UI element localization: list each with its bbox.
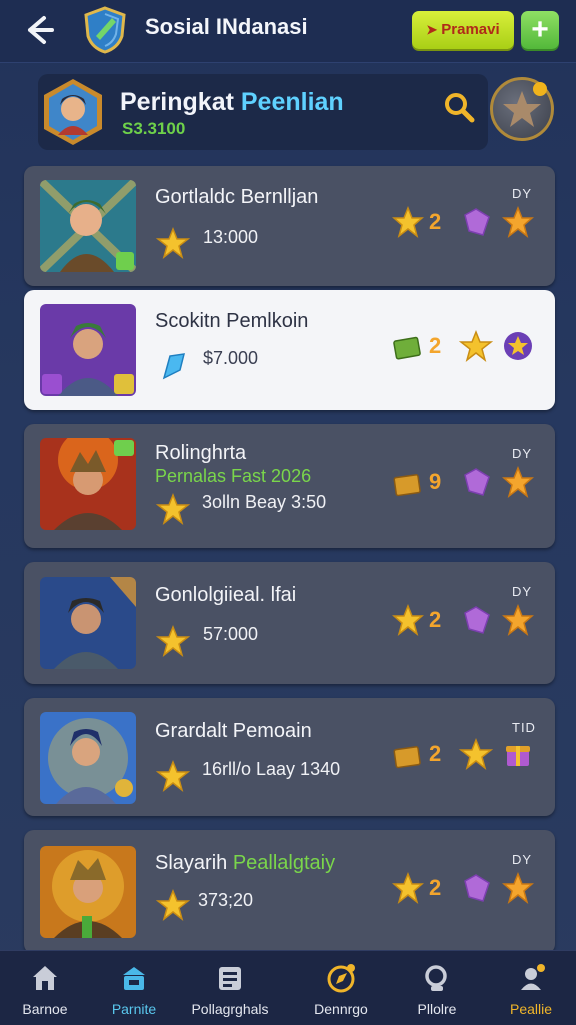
shield-logo-icon [84, 6, 126, 54]
item-value: 13:000 [203, 227, 259, 247]
purple-gem-icon [464, 874, 490, 902]
compass-icon [327, 964, 355, 993]
purple-gem-icon [464, 606, 490, 634]
rank-badge[interactable] [490, 77, 554, 141]
chevron-right-icon: ➤ [426, 22, 438, 37]
gift-box-icon [506, 746, 530, 766]
gold-star-icon [156, 226, 190, 259]
nav-item-dennrgo[interactable]: Dennrgo [290, 951, 392, 1025]
purple-gem-icon [464, 208, 490, 236]
treasure-chest-icon [393, 474, 421, 497]
item-tag: DY [512, 446, 533, 461]
item-value: 373;20 [198, 890, 254, 910]
item-title-accent: Peallalgtaiy [232, 852, 336, 874]
nav-label: Pollagrghals [191, 1001, 269, 1017]
purple-star-badge-icon [504, 332, 532, 360]
list-item-selected[interactable]: Scokitn Pemlkoin $7.000 2 [24, 290, 555, 410]
nav-item-pllolre[interactable]: Pllolre [392, 951, 482, 1025]
item-title: Scokitn Pemlkoin [155, 310, 309, 332]
item-title: Grardalt Pemoain [155, 720, 312, 742]
item-value: 16rll/o Laay 1340 [202, 759, 341, 779]
item-tag: TID [512, 720, 536, 735]
nav-label: Dennrgo [314, 1001, 368, 1017]
app-title: Sosial INdanasi [145, 14, 308, 39]
gold-star-icon [392, 872, 424, 904]
gold-star-icon [156, 624, 190, 657]
item-title: Rolinghrta [155, 442, 247, 464]
bottom-nav: Barnoe Parnite Pollagrghals Dennrgo Pllo… [0, 950, 576, 1025]
nav-item-home[interactable]: Barnoe [0, 951, 90, 1025]
blue-crystal-icon [162, 353, 185, 380]
hero-thumbnail [40, 438, 136, 530]
leaderboard-subtitle: S3.3100 [122, 119, 186, 138]
item-count: 9 [429, 469, 442, 494]
gold-star-icon [156, 759, 190, 792]
item-value: 57:000 [203, 624, 259, 644]
list-item[interactable]: Gortlaldc Bernlljan 13:000 DY 2 [24, 166, 555, 286]
hero-thumbnail [40, 712, 136, 804]
gold-star-icon [156, 888, 190, 921]
item-count: 2 [429, 741, 442, 766]
list-item[interactable]: Gonlolgiieal. lfai 57:000 DY 2 [24, 562, 555, 684]
nav-label: Pllolre [417, 1001, 457, 1017]
hero-thumbnail [40, 846, 136, 938]
list-item[interactable]: Grardalt Pemoain 16rll/o Laay 1340 TID 2 [24, 698, 555, 816]
item-title: Slayarih Peallalgtaiy [155, 852, 335, 875]
notification-dot [533, 82, 547, 96]
gold-star-icon [502, 604, 534, 636]
item-title: Gortlaldc Bernlljan [155, 186, 319, 208]
cash-stack-icon [393, 336, 421, 360]
avatar[interactable] [40, 77, 106, 147]
hero-thumbnail [40, 304, 136, 396]
gold-star-icon [459, 737, 493, 770]
search-icon [425, 965, 447, 991]
leaderboard-title-accent: Peenlian [240, 88, 344, 116]
gold-star-icon [502, 466, 534, 498]
gold-star-icon [502, 206, 534, 238]
shop-icon [123, 967, 145, 990]
item-title-main: Slayarih [155, 852, 233, 874]
gold-star-icon [392, 206, 424, 238]
item-count: 2 [429, 209, 442, 234]
item-tag: DY [512, 186, 533, 201]
purple-gem-icon [464, 468, 490, 496]
list-item[interactable]: Rolinghrta Pernalas Fast 2026 3olln Beay… [24, 424, 555, 548]
leaderboard-title: Peringkat Peenlian [120, 88, 344, 117]
add-button[interactable]: + [521, 11, 559, 49]
item-tag: DY [512, 852, 533, 867]
hero-thumbnail [40, 180, 136, 272]
gold-star-icon [392, 604, 424, 636]
hero-thumbnail [40, 577, 136, 669]
search-icon[interactable] [442, 90, 476, 124]
nav-label: Peallie [509, 1001, 553, 1017]
nav-item-parnite[interactable]: Parnite [90, 951, 178, 1025]
list-item[interactable]: Slayarih Peallalgtaiy 373;20 DY 2 [24, 830, 555, 954]
gold-star-icon [459, 329, 493, 362]
premium-label: Pramavi [441, 21, 500, 38]
item-tag: DY [512, 584, 533, 599]
item-value: $7.000 [203, 348, 259, 368]
item-subtitle: Pernalas Fast 2026 [155, 466, 312, 486]
item-count: 2 [429, 875, 442, 900]
profile-icon [521, 964, 545, 990]
gold-star-icon [156, 492, 190, 525]
item-title: Gonlolgiieal. lfai [155, 584, 297, 606]
treasure-chest-icon [393, 746, 421, 769]
nav-label: Parnite [111, 1001, 157, 1017]
item-count: 2 [429, 607, 442, 632]
home-icon [33, 966, 57, 990]
nav-item-peallie[interactable]: Peallie [486, 951, 576, 1025]
top-bar: Sosial INdanasi ➤ Pramavi + [0, 0, 576, 63]
premium-button[interactable]: ➤ Pramavi [412, 11, 514, 49]
item-value: 3olln Beay 3:50 [202, 492, 327, 512]
gold-star-icon [502, 872, 534, 904]
leaderboard-title-main: Peringkat [120, 88, 241, 116]
back-arrow-icon[interactable] [18, 10, 58, 50]
nav-item-pollagrghals[interactable]: Pollagrghals [178, 951, 282, 1025]
item-count: 2 [429, 333, 442, 358]
nav-label: Barnoe [22, 1001, 68, 1017]
document-icon [219, 967, 241, 990]
